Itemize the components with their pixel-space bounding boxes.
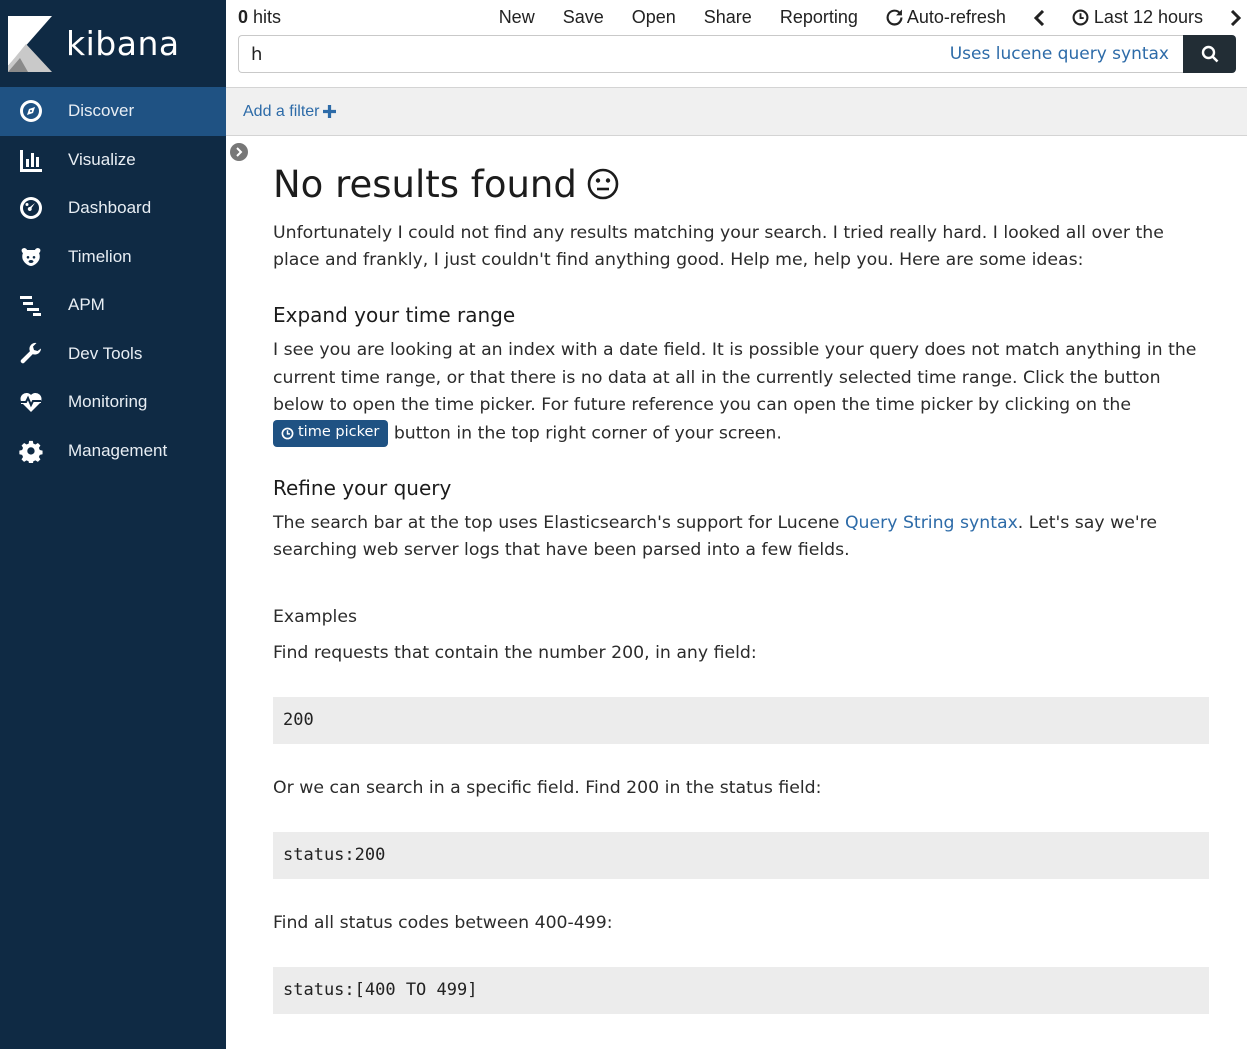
example3-code: status:[400 TO 499]	[273, 966, 1209, 1014]
chevron-left-icon	[1033, 9, 1044, 26]
sidebar-item-apm[interactable]: APM	[0, 281, 226, 330]
refine-text-part-1: The search bar at the top uses Elasticse…	[273, 512, 845, 533]
sidebar: kibana Discover Visualize Dashboard Time…	[0, 0, 226, 1049]
sidebar-item-label: Monitoring	[68, 392, 148, 412]
time-back-button[interactable]	[1033, 9, 1046, 26]
time-picker-label: time picker	[298, 424, 380, 441]
sidebar-collapse-toggle[interactable]	[230, 143, 248, 161]
save-button[interactable]: Save	[563, 7, 604, 28]
expand-text: I see you are looking at an index with a…	[273, 337, 1213, 448]
sidebar-item-label: APM	[68, 295, 105, 315]
brand[interactable]: kibana	[0, 0, 226, 87]
query-string-syntax-link[interactable]: Query String syntax	[845, 513, 1018, 533]
refresh-icon	[886, 9, 903, 26]
lucene-syntax-link[interactable]: Uses lucene query syntax	[950, 44, 1169, 64]
time-range-label: Last 12 hours	[1093, 7, 1203, 27]
query-bar: h Uses lucene query syntax	[238, 35, 1236, 73]
refine-text: The search bar at the top uses Elasticse…	[273, 510, 1213, 564]
expand-text-part-2: button in the top right corner of your s…	[388, 423, 782, 443]
time-range-button[interactable]: Last 12 hours	[1072, 7, 1203, 28]
example1-description: Find requests that contain the number 20…	[273, 642, 757, 663]
sidebar-item-label: Dashboard	[68, 198, 152, 218]
hits-counter: 0 hits	[238, 7, 281, 28]
sidebar-item-label: Discover	[68, 101, 135, 121]
compass-icon	[18, 98, 44, 124]
sidebar-item-monitoring[interactable]: Monitoring	[0, 378, 226, 427]
bear-icon	[18, 244, 44, 270]
new-button[interactable]: New	[499, 7, 535, 28]
hits-count: 0	[238, 7, 249, 27]
sidebar-item-dev-tools[interactable]: Dev Tools	[0, 330, 226, 379]
example3-description: Find all status codes between 400-499:	[273, 912, 613, 933]
sidebar-item-visualize[interactable]: Visualize	[0, 136, 226, 185]
open-button[interactable]: Open	[632, 7, 676, 28]
apm-icon	[18, 292, 44, 318]
sidebar-item-label: Timelion	[68, 246, 132, 266]
example1-code: 200	[273, 696, 1209, 744]
expand-heading: Expand your time range	[273, 303, 516, 327]
expand-text-part-1: I see you are looking at an index with a…	[273, 340, 1197, 415]
filter-bar: Add a filter	[226, 87, 1247, 136]
sidebar-item-management[interactable]: Management	[0, 427, 226, 476]
clock-icon	[1072, 9, 1089, 26]
sidebar-item-dashboard[interactable]: Dashboard	[0, 184, 226, 233]
examples-heading: Examples	[273, 606, 357, 627]
example2-description: Or we can search in a specific field. Fi…	[273, 777, 822, 798]
neutral-face-icon	[587, 168, 619, 200]
sidebar-item-discover[interactable]: Discover	[0, 87, 226, 136]
auto-refresh-label: Auto-refresh	[906, 7, 1006, 27]
wrench-icon	[18, 341, 44, 367]
hits-label: hits	[248, 7, 282, 27]
plus-icon	[323, 105, 337, 118]
reporting-button[interactable]: Reporting	[780, 7, 858, 28]
kibana-logo-icon	[8, 15, 52, 72]
example2-code: status:200	[273, 831, 1209, 879]
top-bar: 0 hits New Save Open Share Reporting Aut…	[226, 0, 1247, 87]
auto-refresh-button[interactable]: Auto-refresh	[886, 7, 1006, 28]
bar-chart-icon	[18, 147, 44, 173]
brand-name: kibana	[66, 24, 180, 63]
time-picker-button[interactable]: time picker	[273, 419, 389, 447]
search-input[interactable]: h Uses lucene query syntax	[238, 35, 1183, 73]
clock-icon	[281, 427, 294, 439]
sidebar-item-label: Management	[68, 440, 168, 460]
chevron-right-icon	[1230, 9, 1241, 26]
search-button[interactable]	[1183, 35, 1236, 73]
search-input-value: h	[251, 43, 263, 65]
add-filter-label: Add a filter	[243, 102, 320, 120]
page-title: No results found	[273, 160, 1213, 208]
chevron-right-icon	[236, 147, 243, 157]
intro-text: Unfortunately I could not find any resul…	[273, 223, 1164, 270]
share-button[interactable]: Share	[704, 7, 752, 28]
dashboard-icon	[18, 195, 44, 221]
top-menu: New Save Open Share Reporting Auto-refre…	[499, 7, 1241, 28]
refine-heading: Refine your query	[273, 475, 452, 500]
page-title-text: No results found	[273, 162, 577, 206]
gear-icon	[18, 438, 44, 464]
add-filter-button[interactable]: Add a filter	[243, 102, 337, 121]
no-results-panel: No results found Unfortunately I could n…	[273, 160, 1213, 1014]
sidebar-item-label: Dev Tools	[68, 343, 143, 363]
sidebar-item-label: Visualize	[68, 149, 136, 169]
heartbeat-icon	[18, 389, 44, 415]
time-forward-button[interactable]	[1229, 9, 1241, 26]
sidebar-item-timelion[interactable]: Timelion	[0, 233, 226, 282]
search-icon	[1201, 45, 1218, 63]
